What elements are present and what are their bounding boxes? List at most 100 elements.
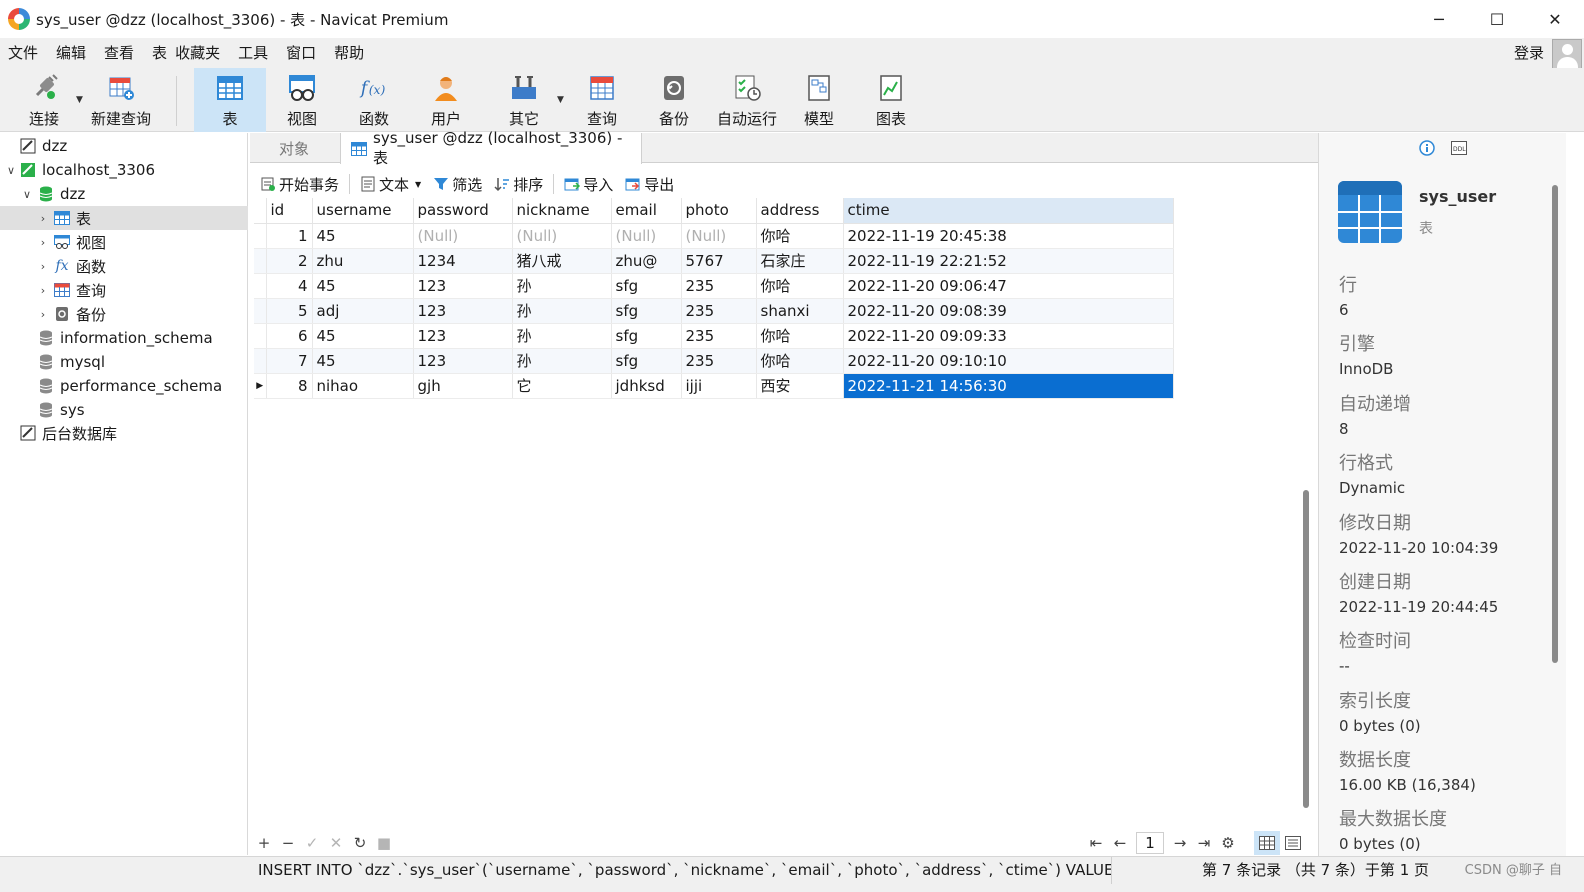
cell-password[interactable]: (Null) [413, 223, 513, 249]
cell-photo[interactable]: 235 [681, 298, 757, 324]
cell-username[interactable]: 45 [312, 323, 414, 349]
cell-photo[interactable]: 235 [681, 348, 757, 374]
cell-photo[interactable]: (Null) [681, 223, 757, 249]
tree-item-dzz-database[interactable]: ∨ dzz [0, 182, 248, 206]
export-button[interactable]: 导出 [619, 171, 680, 197]
cell-username[interactable]: 45 [312, 223, 414, 249]
cell-photo[interactable]: 235 [681, 323, 757, 349]
cell-password[interactable]: gjh [413, 373, 513, 399]
other-dropdown-icon[interactable]: ▼ [557, 95, 564, 105]
tree-item-backups[interactable]: › 备份 [0, 302, 248, 326]
refresh-button[interactable]: ↻ [348, 831, 372, 855]
chevron-right-icon[interactable]: › [36, 260, 50, 273]
menu-table[interactable]: 表 [143, 38, 171, 68]
cell-ctime[interactable]: 2022-11-20 09:08:39 [843, 298, 1174, 324]
tree-item-mysql[interactable]: mysql [0, 350, 248, 374]
cell-email[interactable]: sfg [611, 323, 682, 349]
cell-address[interactable]: 你哈 [756, 223, 844, 249]
current-row-indicator-icon[interactable]: ▶ [254, 373, 267, 399]
text-button[interactable]: 文本 ▼ [354, 171, 427, 197]
begin-transaction-button[interactable]: 开始事务 [254, 171, 345, 197]
cell-address[interactable]: 石家庄 [756, 248, 844, 274]
row-marker[interactable] [254, 273, 267, 299]
cell-email[interactable]: sfg [611, 298, 682, 324]
page-number-input[interactable]: 1 [1136, 832, 1164, 854]
cell-ctime[interactable]: 2022-11-19 22:21:52 [843, 248, 1174, 274]
cell-address[interactable]: 你哈 [756, 348, 844, 374]
cell-photo[interactable]: 5767 [681, 248, 757, 274]
cell-email[interactable]: jdhksd [611, 373, 682, 399]
menu-window[interactable]: 窗口 [277, 38, 325, 68]
cell-id[interactable]: 4 [266, 273, 313, 299]
autorun-button[interactable]: 自动运行 [712, 68, 782, 132]
row-marker[interactable] [254, 223, 267, 249]
cell-id[interactable]: 7 [266, 348, 313, 374]
tree-item-localhost[interactable]: ∨ localhost_3306 [0, 158, 248, 182]
minimize-button[interactable]: ─ [1410, 0, 1468, 38]
cell-photo[interactable]: 235 [681, 273, 757, 299]
user-button[interactable]: 用户 [414, 68, 478, 132]
cell-address[interactable]: 你哈 [756, 323, 844, 349]
row-marker[interactable] [254, 348, 267, 374]
close-button[interactable]: ✕ [1526, 0, 1584, 38]
tree-item-queries[interactable]: › 查询 [0, 278, 248, 302]
column-header-photo[interactable]: photo [681, 198, 757, 224]
grid-view-button[interactable] [1254, 831, 1280, 855]
cell-id[interactable]: 2 [266, 248, 313, 274]
cell-ctime-selected[interactable]: 2022-11-21 14:56:30 [843, 373, 1174, 399]
cell-username[interactable]: adj [312, 298, 414, 324]
last-page-button[interactable]: ⇥ [1192, 831, 1216, 855]
menu-help[interactable]: 帮助 [325, 38, 373, 68]
column-header-address[interactable]: address [756, 198, 844, 224]
grid-scrollbar[interactable] [1303, 490, 1309, 808]
tree-item-backend-db[interactable]: 后台数据库 [0, 421, 248, 445]
chevron-right-icon[interactable]: › [36, 236, 50, 249]
table-row[interactable]: 1 45 (Null) (Null) (Null) (Null) 你哈 2022… [254, 223, 1174, 249]
table-row[interactable]: 7 45 123 孙 sfg 235 你哈 2022-11-20 09:10:1… [254, 348, 1174, 374]
column-header-nickname[interactable]: nickname [512, 198, 612, 224]
login-button[interactable]: 登录 [1514, 38, 1544, 68]
cell-address[interactable]: 你哈 [756, 273, 844, 299]
chevron-right-icon[interactable]: › [36, 284, 50, 297]
tree-item-functions[interactable]: › fx 函数 [0, 254, 248, 278]
menu-favorites[interactable]: 收藏夹 [171, 38, 229, 68]
cell-id[interactable]: 8 [266, 373, 313, 399]
first-page-button[interactable]: ⇤ [1084, 831, 1108, 855]
menu-edit[interactable]: 编辑 [47, 38, 95, 68]
row-marker[interactable] [254, 248, 267, 274]
cell-username[interactable]: nihao [312, 373, 414, 399]
table-row[interactable]: 2 zhu 1234 猪八戒 zhu@ 5767 石家庄 2022-11-19 … [254, 248, 1174, 274]
info-panel-scrollbar[interactable] [1552, 185, 1558, 663]
info-icon[interactable] [1418, 139, 1436, 157]
new-query-button[interactable]: 新建查询 [88, 68, 154, 132]
menu-tools[interactable]: 工具 [229, 38, 277, 68]
chevron-down-icon[interactable]: ▼ [415, 180, 421, 189]
menu-view[interactable]: 查看 [95, 38, 143, 68]
menu-file[interactable]: 文件 [0, 38, 47, 68]
delete-record-button[interactable]: − [276, 831, 300, 855]
cell-password[interactable]: 123 [413, 273, 513, 299]
cell-username[interactable]: 45 [312, 348, 414, 374]
backup-button[interactable]: 备份 [642, 68, 706, 132]
tree-item-information-schema[interactable]: information_schema [0, 326, 248, 350]
cell-nickname[interactable]: (Null) [512, 223, 612, 249]
table-row-current[interactable]: ▶ 8 nihao gjh 它 jdhksd ijji 西安 2022-11-2… [254, 373, 1174, 399]
cell-email[interactable]: sfg [611, 273, 682, 299]
column-header-username[interactable]: username [312, 198, 414, 224]
cell-ctime[interactable]: 2022-11-20 09:09:33 [843, 323, 1174, 349]
next-page-button[interactable]: → [1168, 831, 1192, 855]
tab-objects[interactable]: 对象 [250, 133, 338, 163]
model-button[interactable]: 模型 [788, 68, 850, 132]
cell-ctime[interactable]: 2022-11-20 09:06:47 [843, 273, 1174, 299]
table-button[interactable]: 表 [194, 68, 266, 132]
cell-password[interactable]: 123 [413, 323, 513, 349]
maximize-button[interactable]: ☐ [1468, 0, 1526, 38]
prev-page-button[interactable]: ← [1108, 831, 1132, 855]
row-marker[interactable] [254, 298, 267, 324]
tab-sys-user[interactable]: sys_user @dzz (localhost_3306) - 表 [340, 129, 642, 167]
stop-button[interactable]: ■ [372, 831, 396, 855]
cell-nickname[interactable]: 孙 [512, 323, 612, 349]
cell-username[interactable]: 45 [312, 273, 414, 299]
cell-id[interactable]: 5 [266, 298, 313, 324]
column-header-password[interactable]: password [413, 198, 513, 224]
